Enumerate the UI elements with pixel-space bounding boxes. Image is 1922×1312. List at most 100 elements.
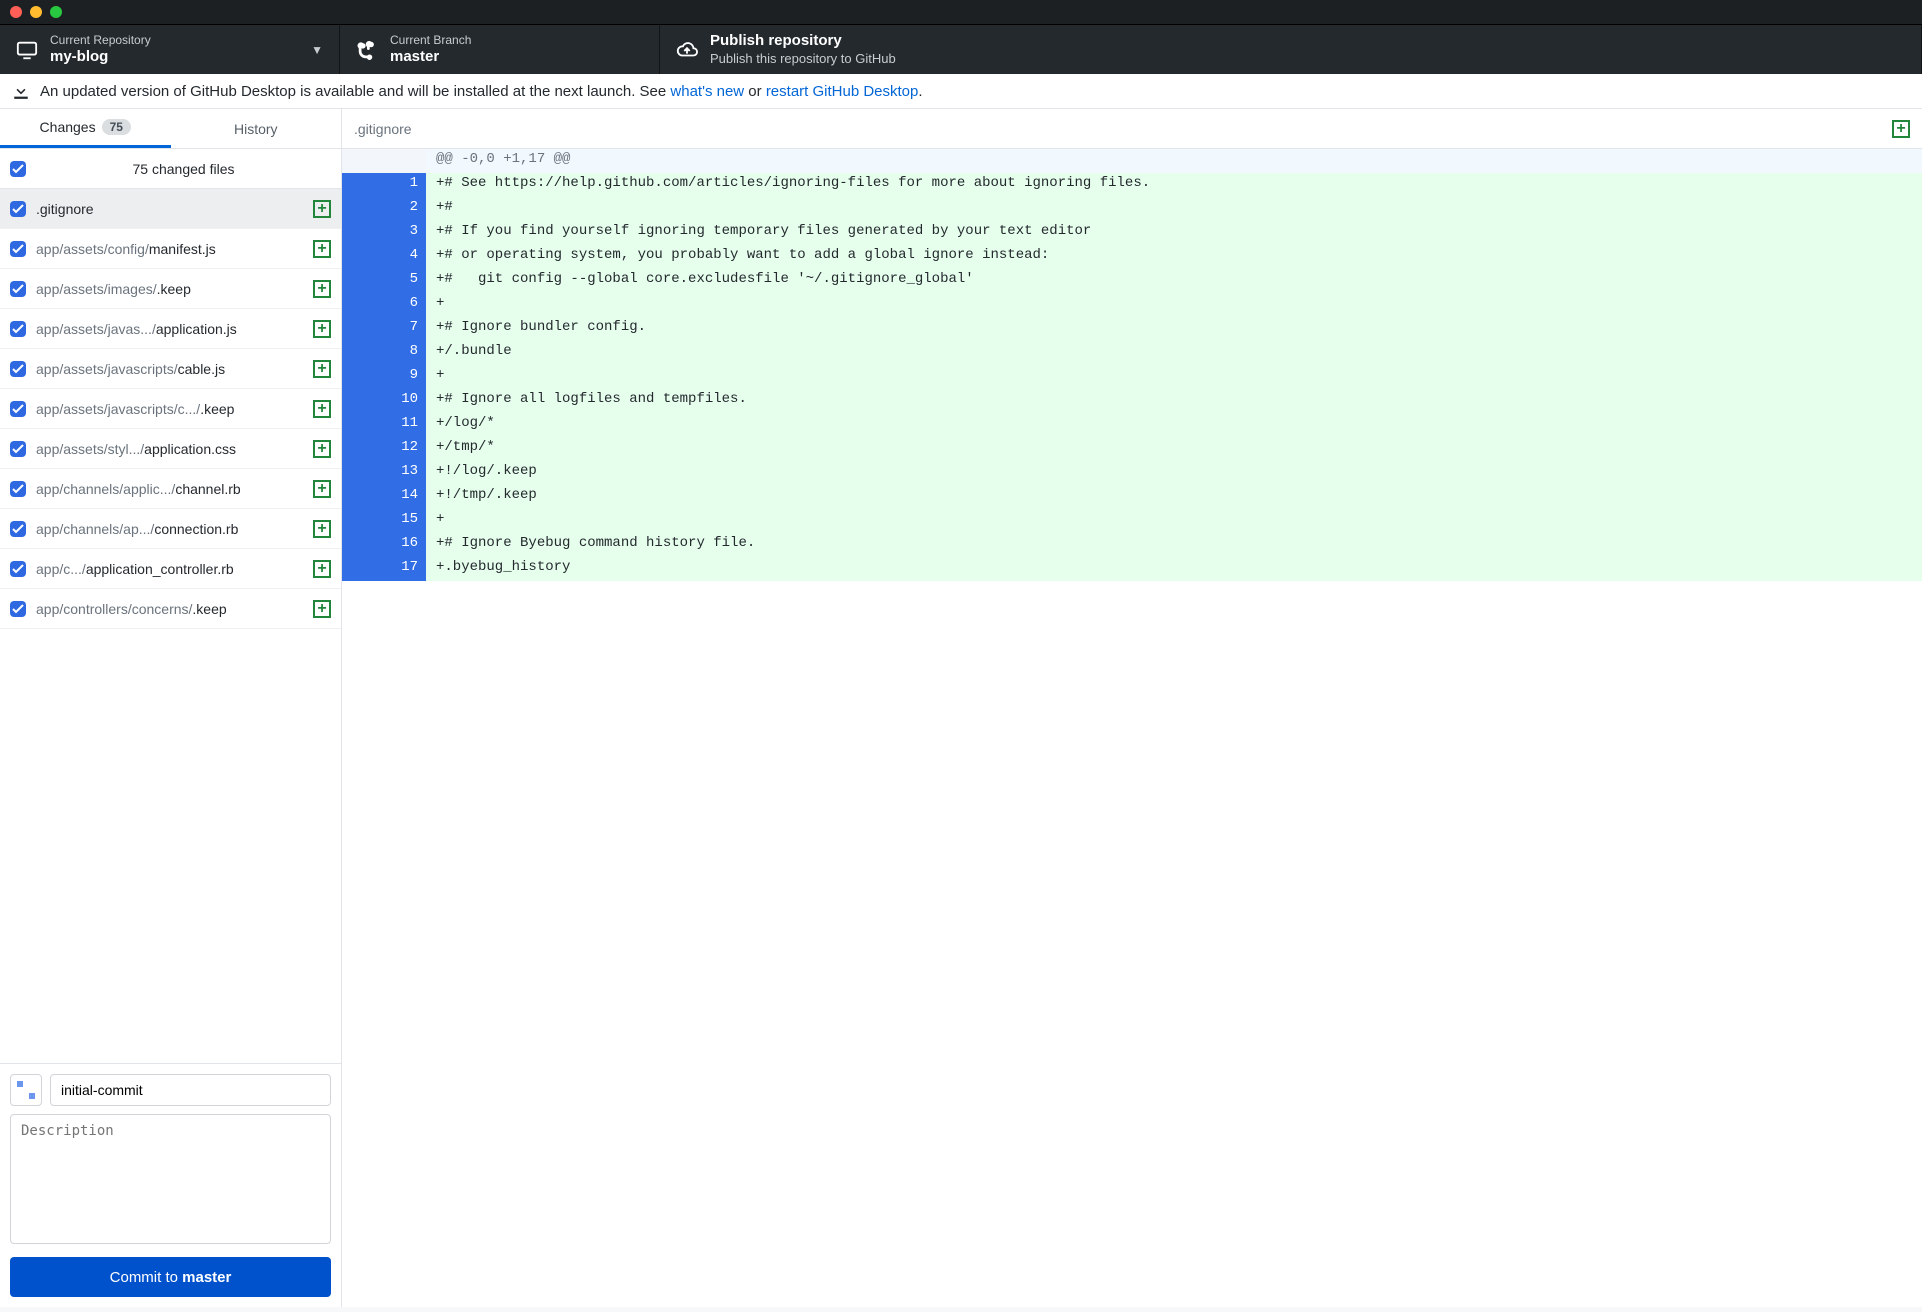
file-checkbox[interactable]	[10, 521, 26, 537]
diff-line[interactable]: 17+.byebug_history	[342, 557, 1922, 581]
branch-name: master	[390, 48, 471, 67]
file-checkbox[interactable]	[10, 561, 26, 577]
diff-line[interactable]: 1+# See https://help.github.com/articles…	[342, 173, 1922, 197]
file-row[interactable]: app/assets/javas.../application.js+	[0, 309, 341, 349]
file-added-icon: +	[313, 480, 331, 498]
file-added-icon: +	[313, 520, 331, 538]
file-path: app/assets/javas.../application.js	[36, 321, 303, 337]
tab-changes-label: Changes	[40, 119, 96, 135]
file-path: .gitignore	[36, 201, 303, 217]
commit-summary-input[interactable]	[50, 1074, 331, 1106]
commit-form: Commit to master	[0, 1063, 341, 1307]
file-row[interactable]: app/assets/javascripts/c.../.keep +	[0, 389, 341, 429]
file-added-icon: +	[1892, 120, 1910, 138]
file-added-icon: +	[313, 360, 331, 378]
branch-label: Current Branch	[390, 33, 471, 48]
restart-link[interactable]: restart GitHub Desktop	[766, 83, 919, 100]
diff-line[interactable]: 10+# Ignore all logfiles and tempfiles.	[342, 389, 1922, 413]
repo-label: Current Repository	[50, 33, 151, 48]
file-row[interactable]: app/assets/images/.keep +	[0, 269, 341, 309]
file-path: app/channels/applic.../channel.rb	[36, 481, 303, 497]
maximize-window-icon[interactable]	[50, 6, 62, 18]
file-added-icon: +	[313, 400, 331, 418]
file-checkbox[interactable]	[10, 481, 26, 497]
file-row[interactable]: app/controllers/concerns/.keep +	[0, 589, 341, 629]
files-header: 75 changed files	[0, 149, 341, 189]
diff-line[interactable]: 9+	[342, 365, 1922, 389]
file-list[interactable]: .gitignore+app/assets/config/manifest.js…	[0, 189, 341, 1063]
tab-changes[interactable]: Changes 75	[0, 109, 171, 148]
file-path: app/controllers/concerns/.keep	[36, 601, 303, 617]
diff-body[interactable]: @@ -0,0 +1,17 @@ 1+# See https://help.gi…	[342, 149, 1922, 1307]
diff-hunk-header: @@ -0,0 +1,17 @@	[342, 149, 1922, 173]
file-row[interactable]: .gitignore +	[0, 189, 341, 229]
diff-line[interactable]: 11+/log/*	[342, 413, 1922, 437]
avatar	[10, 1074, 42, 1106]
file-path: app/c.../application_controller.rb	[36, 561, 303, 577]
diff-line[interactable]: 4+# or operating system, you probably wa…	[342, 245, 1922, 269]
banner-text: An updated version of GitHub Desktop is …	[40, 83, 923, 100]
close-window-icon[interactable]	[10, 6, 22, 18]
diff-line[interactable]: 6+	[342, 293, 1922, 317]
tab-history-label: History	[234, 121, 278, 137]
file-checkbox[interactable]	[10, 361, 26, 377]
file-row[interactable]: app/assets/javascripts/cable.js +	[0, 349, 341, 389]
repo-dropdown[interactable]: Current Repository my-blog ▼	[0, 25, 340, 74]
whats-new-link[interactable]: what's new	[670, 83, 744, 100]
diff-line[interactable]: 14+!/tmp/.keep	[342, 485, 1922, 509]
diff-line[interactable]: 8+/.bundle	[342, 341, 1922, 365]
diff-line[interactable]: 5+# git config --global core.excludesfil…	[342, 269, 1922, 293]
file-checkbox[interactable]	[10, 241, 26, 257]
diff-line[interactable]: 3+# If you find yourself ignoring tempor…	[342, 221, 1922, 245]
diff-line[interactable]: 13+!/log/.keep	[342, 461, 1922, 485]
file-added-icon: +	[313, 240, 331, 258]
file-row[interactable]: app/channels/ap.../connection.rb+	[0, 509, 341, 549]
download-icon	[12, 82, 30, 100]
update-banner: An updated version of GitHub Desktop is …	[0, 74, 1922, 109]
computer-icon	[16, 39, 38, 61]
window-titlebar	[0, 0, 1922, 24]
diff-pane: .gitignore + @@ -0,0 +1,17 @@ 1+# See ht…	[342, 109, 1922, 1307]
file-checkbox[interactable]	[10, 401, 26, 417]
branch-dropdown[interactable]: Current Branch master	[340, 25, 660, 74]
file-row[interactable]: app/channels/applic.../channel.rb +	[0, 469, 341, 509]
file-path: app/assets/images/.keep	[36, 281, 303, 297]
sidebar: Changes 75 History 75 changed files .git…	[0, 109, 342, 1307]
commit-button[interactable]: Commit to master	[10, 1257, 331, 1297]
diff-line[interactable]: 16+# Ignore Byebug command history file.	[342, 533, 1922, 557]
diff-line[interactable]: 2+#	[342, 197, 1922, 221]
publish-subtitle: Publish this repository to GitHub	[710, 51, 896, 67]
diff-line[interactable]: 7+# Ignore bundler config.	[342, 317, 1922, 341]
chevron-down-icon: ▼	[311, 43, 323, 57]
file-added-icon: +	[313, 560, 331, 578]
file-added-icon: +	[313, 200, 331, 218]
file-added-icon: +	[313, 440, 331, 458]
file-checkbox[interactable]	[10, 321, 26, 337]
file-row[interactable]: app/assets/styl.../application.css +	[0, 429, 341, 469]
diff-header: .gitignore +	[342, 109, 1922, 149]
diff-line[interactable]: 15+	[342, 509, 1922, 533]
cloud-upload-icon	[676, 39, 698, 61]
publish-button[interactable]: Publish repository Publish this reposito…	[660, 25, 1922, 74]
commit-description-input[interactable]	[10, 1114, 331, 1244]
file-checkbox[interactable]	[10, 281, 26, 297]
file-checkbox[interactable]	[10, 441, 26, 457]
file-row[interactable]: app/assets/config/manifest.js+	[0, 229, 341, 269]
select-all-checkbox[interactable]	[10, 161, 26, 177]
file-added-icon: +	[313, 280, 331, 298]
file-checkbox[interactable]	[10, 201, 26, 217]
file-path: app/assets/javascripts/cable.js	[36, 361, 303, 377]
toolbar: Current Repository my-blog ▼ Current Bra…	[0, 24, 1922, 74]
file-checkbox[interactable]	[10, 601, 26, 617]
repo-name: my-blog	[50, 48, 151, 67]
file-added-icon: +	[313, 600, 331, 618]
file-path: app/assets/javascripts/c.../.keep	[36, 401, 303, 417]
sidebar-tabs: Changes 75 History	[0, 109, 341, 149]
file-path: app/assets/styl.../application.css	[36, 441, 303, 457]
publish-title: Publish repository	[710, 32, 896, 51]
diff-line[interactable]: 12+/tmp/*	[342, 437, 1922, 461]
file-row[interactable]: app/c.../application_controller.rb +	[0, 549, 341, 589]
minimize-window-icon[interactable]	[30, 6, 42, 18]
diff-filename: .gitignore	[354, 121, 412, 137]
tab-history[interactable]: History	[171, 109, 342, 148]
